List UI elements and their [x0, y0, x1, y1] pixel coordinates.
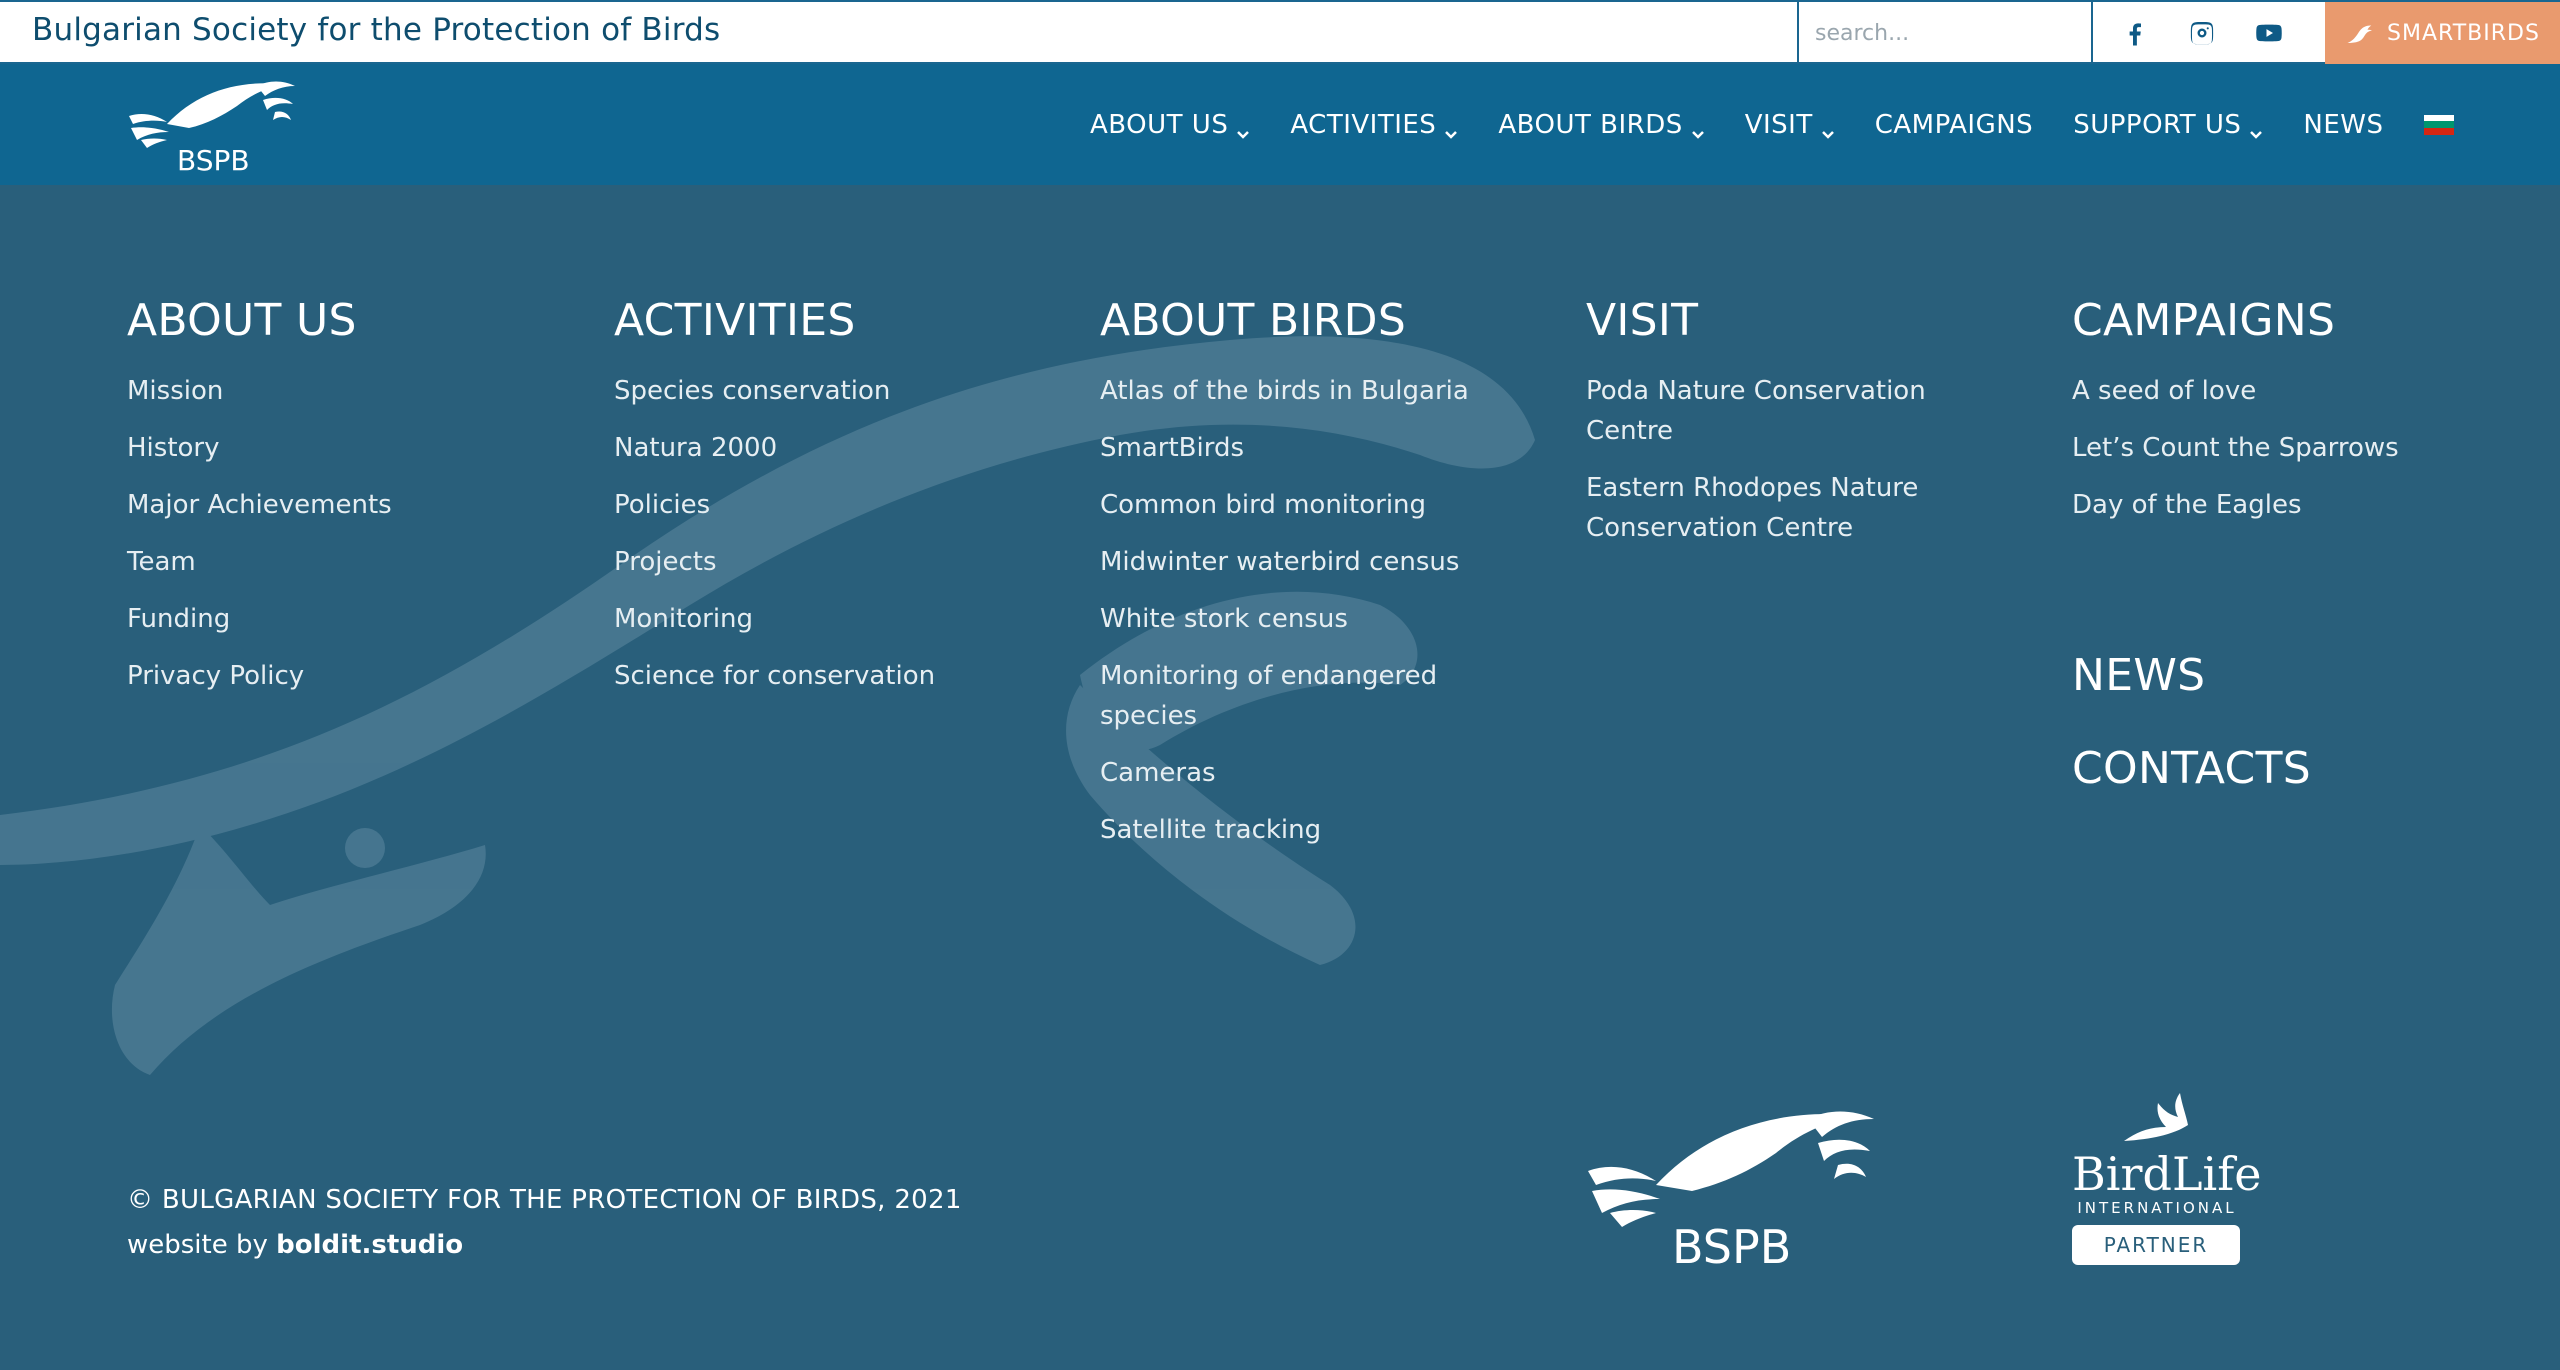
footer-link[interactable]: Monitoring — [614, 599, 1034, 639]
nav-item-about-us[interactable]: About us — [1090, 110, 1250, 140]
footer-link[interactable]: Atlas of the birds in Bulgaria — [1100, 371, 1480, 411]
chevron-down-icon — [1444, 118, 1458, 139]
footer-link[interactable]: Privacy Policy — [127, 656, 547, 696]
footer-link[interactable]: Science for conservation — [614, 656, 1034, 696]
instagram-icon[interactable] — [2183, 14, 2221, 52]
logo-text: BSPB — [177, 144, 250, 176]
footer-link[interactable]: Common bird monitoring — [1100, 485, 1480, 525]
nav-item-label: About us — [1090, 109, 1229, 140]
chevron-down-icon — [1821, 118, 1835, 139]
footer-link[interactable]: Satellite tracking — [1100, 810, 1480, 850]
footer-column-campaigns: Campaigns A seed of love Let’s Count the… — [2072, 296, 2532, 542]
footer-link[interactable]: History — [127, 428, 547, 468]
nav-item-label: Support us — [2073, 109, 2242, 140]
credit-link[interactable]: boldit.studio — [276, 1230, 463, 1260]
bspb-logo[interactable]: BSPB — [127, 72, 297, 176]
footer: About us Mission History Major Achieveme… — [0, 185, 2560, 1370]
facebook-icon[interactable] — [2116, 14, 2154, 52]
site-title[interactable]: Bulgarian Society for the Protection of … — [32, 12, 720, 48]
smartbirds-button[interactable]: SmartBirds — [2325, 2, 2560, 64]
footer-link[interactable]: Funding — [127, 599, 547, 639]
column-heading[interactable]: About Birds — [1100, 296, 1480, 345]
column-heading[interactable]: Visit — [1586, 296, 1966, 345]
nav-item-news[interactable]: News — [2303, 110, 2383, 140]
nav-item-label: Visit — [1744, 109, 1813, 140]
birdlife-bird-icon — [2124, 1093, 2188, 1141]
nav-item-support-us[interactable]: Support us — [2073, 110, 2263, 140]
footer-link[interactable]: A seed of love — [2072, 371, 2532, 411]
chevron-down-icon — [1691, 118, 1705, 139]
column-heading[interactable]: Campaigns — [2072, 296, 2532, 345]
search-input[interactable] — [1799, 2, 2091, 64]
nav-item-activities[interactable]: Activities — [1290, 110, 1458, 140]
footer-link[interactable]: Team — [127, 542, 547, 582]
column-heading[interactable]: Activities — [614, 296, 1034, 345]
nav-item-campaigns[interactable]: Campaigns — [1875, 110, 2033, 140]
chevron-down-icon — [1236, 118, 1250, 139]
bulgarian-flag-icon[interactable] — [2423, 114, 2454, 135]
footer-link[interactable]: Major Achievements — [127, 485, 547, 525]
top-bar: Bulgarian Society for the Protection of … — [0, 0, 2560, 64]
chevron-down-icon — [2249, 118, 2263, 139]
bird-icon — [2347, 25, 2372, 43]
copyright-text: © BULGARIAN SOCIETY FOR THE PROTECTION O… — [127, 1185, 962, 1215]
footer-link[interactable]: Mission — [127, 371, 547, 411]
footer-link[interactable]: Cameras — [1100, 753, 1480, 793]
footer-link[interactable]: Eastern Rhodopes Nature Conservation Cen… — [1586, 468, 1966, 548]
main-navigation: BSPB About us Activities About Birds Vis… — [0, 64, 2560, 185]
footer-link[interactable]: Projects — [614, 542, 1034, 582]
nav-item-label: About Birds — [1498, 109, 1683, 140]
footer-link[interactable]: Monitoring of endangered species — [1100, 656, 1480, 736]
footer-column-visit: Visit Poda Nature Conservation Centre Ea… — [1586, 296, 1966, 565]
footer-link[interactable]: Policies — [614, 485, 1034, 525]
footer-link[interactable]: SmartBirds — [1100, 428, 1480, 468]
nav-item-label: News — [2303, 109, 2384, 140]
bspb-footer-logo[interactable]: BSPB — [1586, 1095, 1876, 1275]
smartbirds-label: SmartBirds — [2387, 20, 2540, 46]
footer-column-about-birds: About Birds Atlas of the birds in Bulgar… — [1100, 296, 1480, 867]
bspb-logo-text: BSPB — [1672, 1220, 1791, 1274]
footer-link[interactable]: Species conservation — [614, 371, 1034, 411]
search-box — [1797, 2, 2093, 64]
footer-contacts-link[interactable]: Contacts — [2072, 743, 2311, 794]
nav-item-label: Campaigns — [1874, 109, 2034, 140]
footer-news-link[interactable]: News — [2072, 650, 2205, 701]
footer-link[interactable]: White stork census — [1100, 599, 1480, 639]
birdlife-partner-logo[interactable]: BirdLife INTERNATIONAL PARTNER — [2072, 1091, 2262, 1275]
footer-link[interactable]: Poda Nature Conservation Centre — [1586, 371, 1966, 451]
footer-link[interactable]: Let’s Count the Sparrows — [2072, 428, 2532, 468]
column-heading[interactable]: About us — [127, 296, 547, 345]
birdlife-international: INTERNATIONAL — [2077, 1199, 2237, 1217]
nav-item-label: Activities — [1290, 109, 1437, 140]
footer-link[interactable]: Day of the Eagles — [2072, 485, 2532, 525]
footer-link[interactable]: Midwinter waterbird census — [1100, 542, 1480, 582]
footer-column-activities: Activities Species conservation Natura 2… — [614, 296, 1034, 713]
nav-item-visit[interactable]: Visit — [1745, 110, 1835, 140]
footer-link[interactable]: Natura 2000 — [614, 428, 1034, 468]
partner-badge: PARTNER — [2072, 1225, 2240, 1265]
nav-menu: About us Activities About Birds Visit Ca… — [1090, 64, 2454, 185]
website-credit: website by boldit.studio — [127, 1230, 463, 1260]
birdlife-name: BirdLife — [2072, 1147, 2262, 1201]
credit-prefix: website by — [127, 1230, 268, 1260]
footer-column-about-us: About us Mission History Major Achieveme… — [127, 296, 547, 713]
nav-item-about-birds[interactable]: About Birds — [1498, 110, 1704, 140]
youtube-icon[interactable] — [2250, 14, 2288, 52]
